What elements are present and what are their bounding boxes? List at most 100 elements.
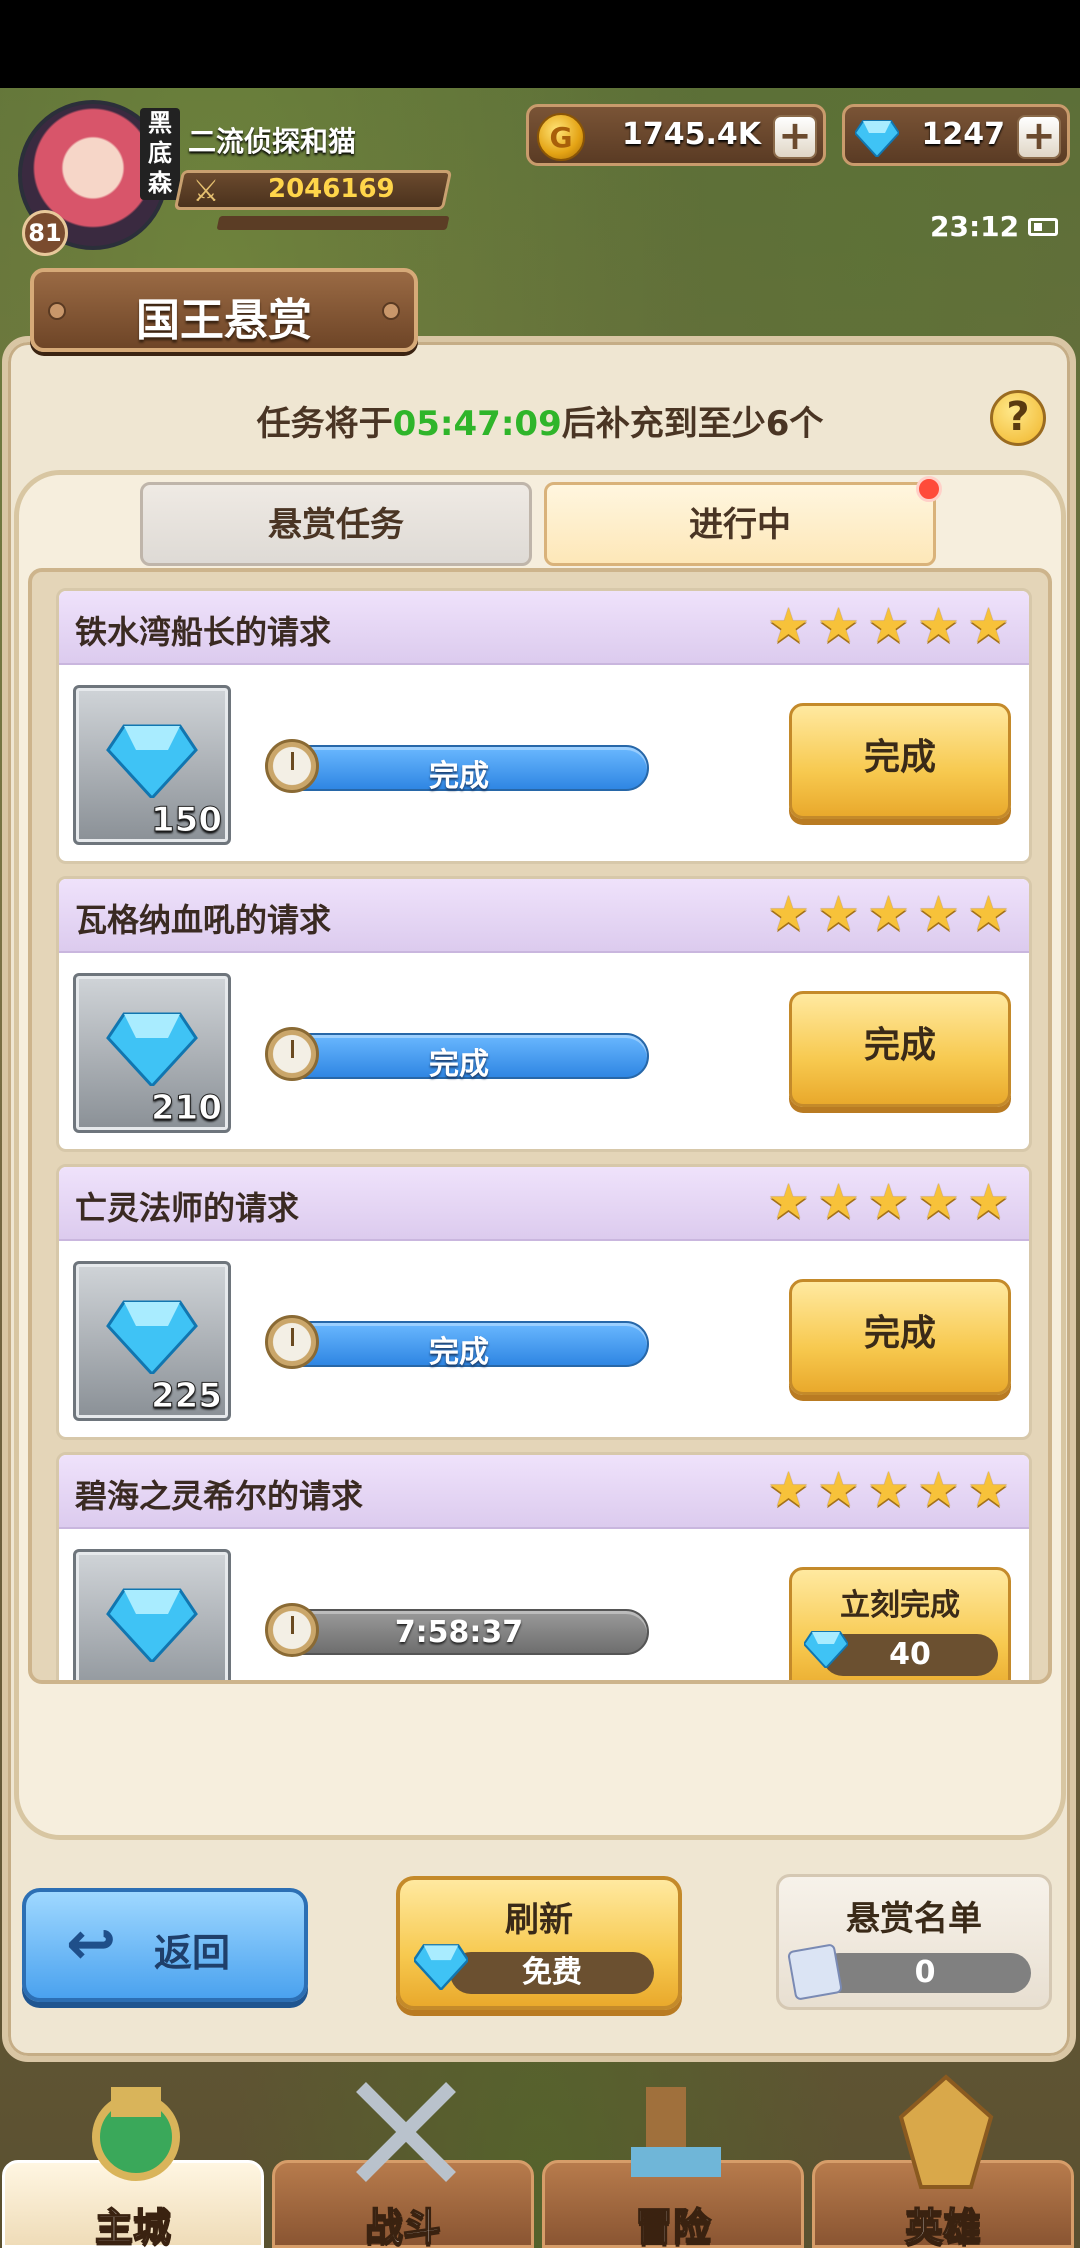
- star-icon: ★: [967, 1462, 1011, 1518]
- instant-complete-button[interactable]: 立刻完成 40: [789, 1567, 1011, 1680]
- crossed-swords-icon: [356, 2082, 456, 2182]
- nav-label: 冒险: [634, 2204, 712, 2248]
- complete-button[interactable]: 完成: [789, 991, 1011, 1107]
- hero-crest-icon: [898, 2074, 994, 2189]
- star-rating: ★ ★ ★ ★ ★: [767, 886, 1013, 942]
- reward-quantity: 210: [151, 1088, 223, 1129]
- back-label: 返回: [154, 1931, 231, 1975]
- page-title: 国王悬赏: [136, 295, 312, 346]
- star-icon: ★: [767, 886, 811, 942]
- star-icon: ★: [917, 886, 961, 942]
- quest-progress-bar: 完成: [269, 1321, 649, 1370]
- stopwatch-icon: [265, 739, 319, 793]
- add-gem-button[interactable]: +: [1017, 115, 1061, 159]
- bounty-list-label: 悬赏名单: [846, 1899, 982, 1939]
- gem-icon: [106, 1300, 198, 1374]
- star-icon: ★: [867, 598, 911, 654]
- name-plate: 二流侦探和猫 ⚔ 2046169: [173, 112, 453, 236]
- nav-heroes[interactable]: 英雄: [812, 2074, 1074, 2248]
- gem-icon: [106, 1012, 198, 1086]
- quest-progress-bar: 7:58:37: [269, 1609, 649, 1655]
- quest-header: 碧海之灵希尔的请求 ★ ★ ★ ★ ★: [59, 1455, 1029, 1529]
- quest-card: 瓦格纳血吼的请求 ★ ★ ★ ★ ★ 210 完成 完成: [56, 876, 1032, 1152]
- quest-title: 瓦格纳血吼的请求: [75, 901, 332, 939]
- gold-counter: G 1745.4K +: [526, 104, 826, 166]
- stopwatch-icon: [265, 1315, 319, 1369]
- timer-prefix: 任务将于: [256, 404, 393, 444]
- quest-header: 瓦格纳血吼的请求 ★ ★ ★ ★ ★: [59, 879, 1029, 953]
- power-value: 2046169: [268, 174, 395, 204]
- star-icon: ★: [817, 598, 861, 654]
- bounty-list-count: 0: [819, 1953, 1031, 1993]
- refresh-cost: 免费: [450, 1952, 654, 1994]
- tab-in-progress[interactable]: 进行中: [544, 482, 936, 566]
- player-name: 二流侦探和猫: [188, 125, 357, 158]
- instant-complete-label: 立刻完成: [840, 1588, 960, 1623]
- tab-bounty-tasks[interactable]: 悬赏任务: [140, 482, 532, 566]
- nav-battle[interactable]: 战斗: [272, 2082, 534, 2248]
- star-icon: ★: [767, 1462, 811, 1518]
- scroll-icon: [787, 1943, 843, 2001]
- progress-label: 完成: [429, 1047, 489, 1082]
- stopwatch-icon: [265, 1603, 319, 1657]
- star-icon: ★: [767, 1174, 811, 1230]
- exp-bar: [216, 216, 450, 230]
- help-button[interactable]: ?: [990, 390, 1046, 446]
- star-icon: ★: [917, 598, 961, 654]
- star-icon: ★: [817, 1174, 861, 1230]
- reward-item[interactable]: 150: [73, 685, 231, 845]
- reward-item[interactable]: 210: [73, 973, 231, 1133]
- quest-header: 亡灵法师的请求 ★ ★ ★ ★ ★: [59, 1167, 1029, 1241]
- bolt-icon: [382, 302, 400, 320]
- star-icon: ★: [867, 1174, 911, 1230]
- reward-quantity: 150: [151, 800, 223, 841]
- status-bar: [0, 0, 1080, 88]
- star-icon: ★: [817, 1462, 861, 1518]
- back-arrow-icon: ↩: [66, 1909, 117, 1979]
- refill-timer: 任务将于05:47:09后补充到至少6个: [0, 396, 1080, 445]
- refresh-button[interactable]: 刷新 免费: [396, 1876, 682, 2010]
- quest-list[interactable]: 铁水湾船长的请求 ★ ★ ★ ★ ★ 150 完成 完成 瓦格纳血吼的请求 ★ ★ ★ ★ ★ …: [28, 568, 1052, 1684]
- reward-quantity: 225: [151, 1376, 223, 1417]
- gem-icon: [106, 1588, 198, 1662]
- nav-label: 主城: [94, 2204, 172, 2248]
- gem-icon: [804, 1631, 848, 1668]
- star-icon: ★: [967, 598, 1011, 654]
- nav-label: 战斗: [364, 2204, 442, 2248]
- star-rating: ★ ★ ★ ★ ★: [767, 1462, 1013, 1518]
- timer-countdown: 05:47:09: [392, 404, 562, 444]
- star-icon: ★: [817, 886, 861, 942]
- star-rating: ★ ★ ★ ★ ★: [767, 598, 1013, 654]
- progress-label: 完成: [429, 759, 489, 794]
- notification-dot: [916, 476, 942, 502]
- gold-coin-icon: G: [537, 113, 585, 161]
- bottom-nav: 主城 战斗 冒险 英雄: [0, 2074, 1080, 2248]
- crossed-swords-icon: ⚔: [192, 174, 220, 209]
- castle-icon: [92, 2087, 180, 2181]
- reward-item[interactable]: [73, 1549, 231, 1680]
- add-gold-button[interactable]: +: [773, 115, 817, 159]
- back-button[interactable]: ↩ 返回: [22, 1888, 308, 2002]
- star-icon: ★: [967, 886, 1011, 942]
- star-icon: ★: [967, 1174, 1011, 1230]
- gem-icon: [106, 724, 198, 798]
- reward-item[interactable]: 225: [73, 1261, 231, 1421]
- quest-card: 亡灵法师的请求 ★ ★ ★ ★ ★ 225 完成 完成: [56, 1164, 1032, 1440]
- bounty-list-button[interactable]: 悬赏名单 0: [776, 1874, 1052, 2010]
- star-icon: ★: [867, 886, 911, 942]
- nav-label: 英雄: [904, 2204, 982, 2248]
- star-rating: ★ ★ ★ ★ ★: [767, 1174, 1013, 1230]
- complete-button[interactable]: 完成: [789, 1279, 1011, 1395]
- nav-main-city[interactable]: 主城: [2, 2087, 264, 2248]
- progress-label: 完成: [429, 1335, 489, 1370]
- star-icon: ★: [917, 1462, 961, 1518]
- star-icon: ★: [917, 1174, 961, 1230]
- complete-button[interactable]: 完成: [789, 703, 1011, 819]
- quest-header: 铁水湾船长的请求 ★ ★ ★ ★ ★: [59, 591, 1029, 665]
- timer-suffix: 后补充到至少6个: [561, 404, 824, 444]
- quest-title: 铁水湾船长的请求: [75, 613, 332, 651]
- title-banner: 国王悬赏: [30, 268, 418, 352]
- quest-progress-bar: 完成: [269, 1033, 649, 1082]
- instant-complete-cost: 40: [822, 1634, 998, 1676]
- nav-adventure[interactable]: 冒险: [542, 2087, 804, 2248]
